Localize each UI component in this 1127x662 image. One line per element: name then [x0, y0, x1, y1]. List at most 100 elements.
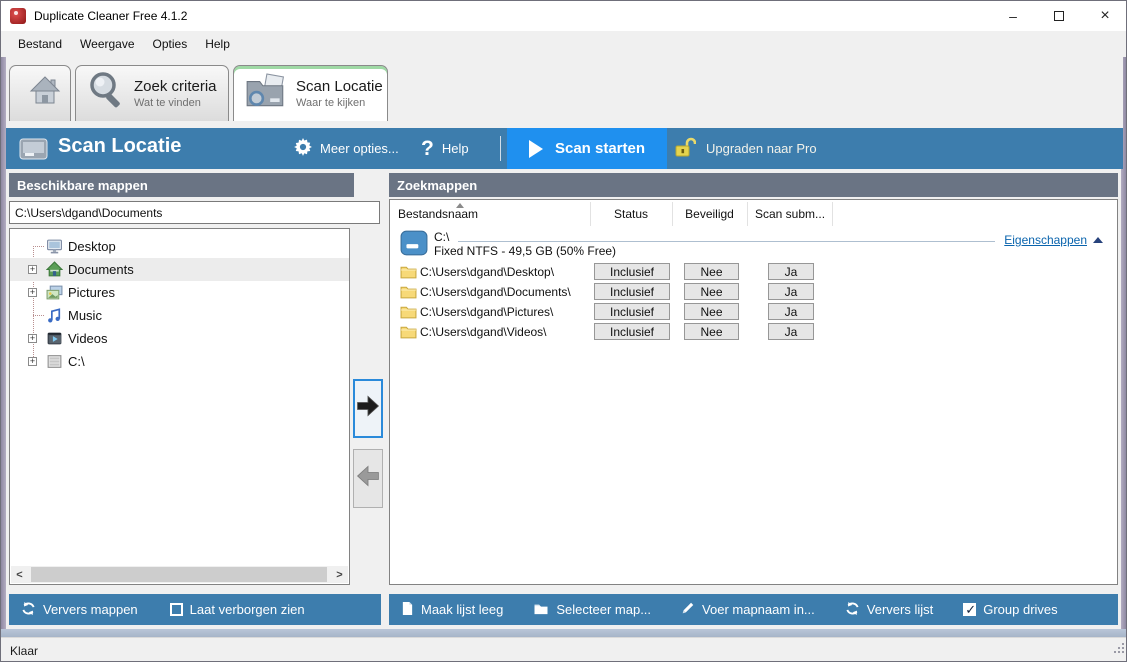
menu-bestand[interactable]: Bestand — [9, 33, 71, 55]
help-button[interactable]: ? Help — [421, 128, 469, 169]
scroll-right-arrow[interactable]: > — [331, 566, 348, 583]
protected-button[interactable]: Nee — [684, 303, 739, 320]
status-button[interactable]: Inclusief — [594, 283, 670, 300]
expand-plus-icon[interactable]: + — [28, 357, 37, 366]
window-frame-bottom — [1, 629, 1126, 637]
minimize-icon: – — [1009, 8, 1017, 24]
column-scan-subm[interactable]: Scan subm... — [755, 200, 835, 228]
scan-subfolders-button[interactable]: Ja — [768, 263, 814, 280]
show-hidden-checkbox[interactable] — [169, 603, 183, 616]
group-drives-checkbox[interactable] — [963, 602, 977, 618]
magnifier-icon — [86, 70, 126, 117]
right-panel-title: Zoekmappen — [397, 177, 478, 193]
table-row: C:\Users\dgand\Videos\ Inclusief Nee Ja — [390, 322, 1117, 342]
drive-group-row: C:\ Fixed NTFS - 49,5 GB (50% Free) Eige… — [390, 228, 1117, 262]
select-folder-button[interactable]: Selecteer map... — [533, 602, 651, 618]
column-bestandsnaam[interactable]: Bestandsnaam — [398, 200, 588, 228]
folder-path-input[interactable] — [9, 201, 380, 224]
tab-zoek-criteria[interactable]: Zoek criteria Wat te vinden — [75, 65, 229, 121]
right-bottom-toolbar: Maak lijst leeg Selecteer map... Voer ma… — [389, 594, 1118, 625]
page-icon — [401, 601, 414, 619]
remove-folder-arrow-button[interactable] — [353, 449, 383, 508]
tree-item-documents[interactable]: + Documents — [10, 258, 349, 281]
table-row: C:\Users\dgand\Documents\ Inclusief Nee … — [390, 282, 1117, 302]
column-status[interactable]: Status — [590, 200, 672, 228]
scan-start-button[interactable]: Scan starten — [507, 128, 667, 169]
menu-help[interactable]: Help — [196, 33, 239, 55]
sort-asc-icon — [456, 203, 464, 208]
status-button[interactable]: Inclusief — [594, 323, 670, 340]
protected-button[interactable]: Nee — [684, 283, 739, 300]
drive-group-info: Fixed NTFS - 49,5 GB (50% Free) — [434, 244, 617, 258]
tree-item-c-drive[interactable]: + C:\ — [10, 350, 349, 373]
right-panel-header: Zoekmappen — [389, 173, 1118, 197]
collapse-group-icon[interactable] — [1093, 237, 1103, 243]
scroll-left-arrow[interactable]: < — [11, 566, 28, 583]
left-bottom-toolbar: Ververs mappen Laat verborgen zien — [9, 594, 381, 625]
tree-label-c-drive: C:\ — [68, 354, 85, 369]
column-beveiligd[interactable]: Beveiligd — [672, 200, 747, 228]
select-folder-label: Selecteer map... — [556, 602, 652, 617]
protected-button[interactable]: Nee — [684, 323, 739, 340]
upgrade-pro-button[interactable]: Upgraden naar Pro — [674, 128, 817, 169]
enter-folder-name-button[interactable]: Voer mapnaam in... — [681, 601, 815, 618]
scrollbar-thumb[interactable] — [31, 567, 327, 582]
row-path: C:\Users\dgand\Pictures\ — [420, 305, 554, 319]
tree-label-documents: Documents — [68, 262, 134, 277]
horizontal-scrollbar[interactable]: < > — [11, 566, 348, 583]
show-hidden-label: Laat verborgen zien — [189, 602, 305, 617]
close-button[interactable]: × — [1082, 1, 1126, 31]
window-title: Duplicate Cleaner Free 4.1.2 — [34, 9, 188, 23]
tab-scan-locatie[interactable]: Scan Locatie Waar te kijken — [233, 65, 388, 121]
folder-icon — [400, 325, 417, 344]
scan-subfolders-button[interactable]: Ja — [768, 283, 814, 300]
pencil-icon — [681, 601, 695, 618]
toolbar-divider — [500, 136, 501, 161]
scan-subfolders-button[interactable]: Ja — [768, 323, 814, 340]
tree-item-desktop[interactable]: Desktop — [10, 235, 349, 258]
title-bar: Duplicate Cleaner Free 4.1.2 – × — [1, 1, 1126, 31]
status-button[interactable]: Inclusief — [594, 263, 670, 280]
play-icon — [528, 139, 543, 158]
expand-plus-icon[interactable]: + — [28, 265, 37, 274]
app-window: Duplicate Cleaner Free 4.1.2 – × Bestand… — [0, 0, 1127, 662]
arrow-right-icon — [355, 393, 381, 424]
protected-button[interactable]: Nee — [684, 263, 739, 280]
tree-item-videos[interactable]: + Videos — [10, 327, 349, 350]
tree-item-music[interactable]: Music — [10, 304, 349, 327]
show-hidden-toggle[interactable]: Laat verborgen zien — [169, 602, 305, 617]
group-drives-toggle[interactable]: Group drives — [963, 602, 1058, 618]
minimize-button[interactable]: – — [990, 1, 1036, 31]
expand-plus-icon[interactable]: + — [28, 288, 37, 297]
group-drives-label: Group drives — [983, 602, 1058, 617]
tab-strip: Zoek criteria Wat te vinden Scan Locatie… — [6, 57, 1123, 128]
videos-icon — [46, 330, 63, 352]
scan-subfolders-button[interactable]: Ja — [768, 303, 814, 320]
left-panel-header: Beschikbare mappen — [9, 173, 354, 197]
menu-opties[interactable]: Opties — [144, 33, 197, 55]
add-folder-arrow-button[interactable] — [353, 379, 383, 438]
refresh-list-button[interactable]: Ververs lijst — [845, 601, 933, 619]
main-toolbar: Scan Locatie Meer opties... ? Help Scan … — [6, 128, 1123, 169]
tree-label-videos: Videos — [68, 331, 108, 346]
tree-item-pictures[interactable]: + Pictures — [10, 281, 349, 304]
expand-plus-icon[interactable]: + — [28, 334, 37, 343]
refresh-folders-button[interactable]: Ververs mappen — [21, 601, 138, 619]
app-icon — [10, 8, 26, 24]
arrow-left-icon — [355, 463, 381, 494]
properties-link[interactable]: Eigenschappen — [1004, 233, 1087, 247]
drive-icon — [46, 353, 63, 375]
row-path: C:\Users\dgand\Desktop\ — [420, 265, 555, 279]
music-icon — [46, 307, 63, 329]
status-button[interactable]: Inclusief — [594, 303, 670, 320]
more-options-button[interactable]: Meer opties... — [294, 128, 399, 169]
enter-folder-name-label: Voer mapnaam in... — [702, 602, 815, 617]
clear-list-button[interactable]: Maak lijst leeg — [401, 601, 503, 619]
maximize-button[interactable] — [1036, 1, 1082, 31]
resize-grip[interactable] — [1112, 642, 1125, 660]
menu-weergave[interactable]: Weergave — [71, 33, 143, 55]
tree-label-desktop: Desktop — [68, 239, 116, 254]
refresh-folders-label: Ververs mappen — [43, 602, 138, 617]
upgrade-label: Upgraden naar Pro — [706, 141, 817, 156]
tab-home[interactable] — [9, 65, 71, 121]
